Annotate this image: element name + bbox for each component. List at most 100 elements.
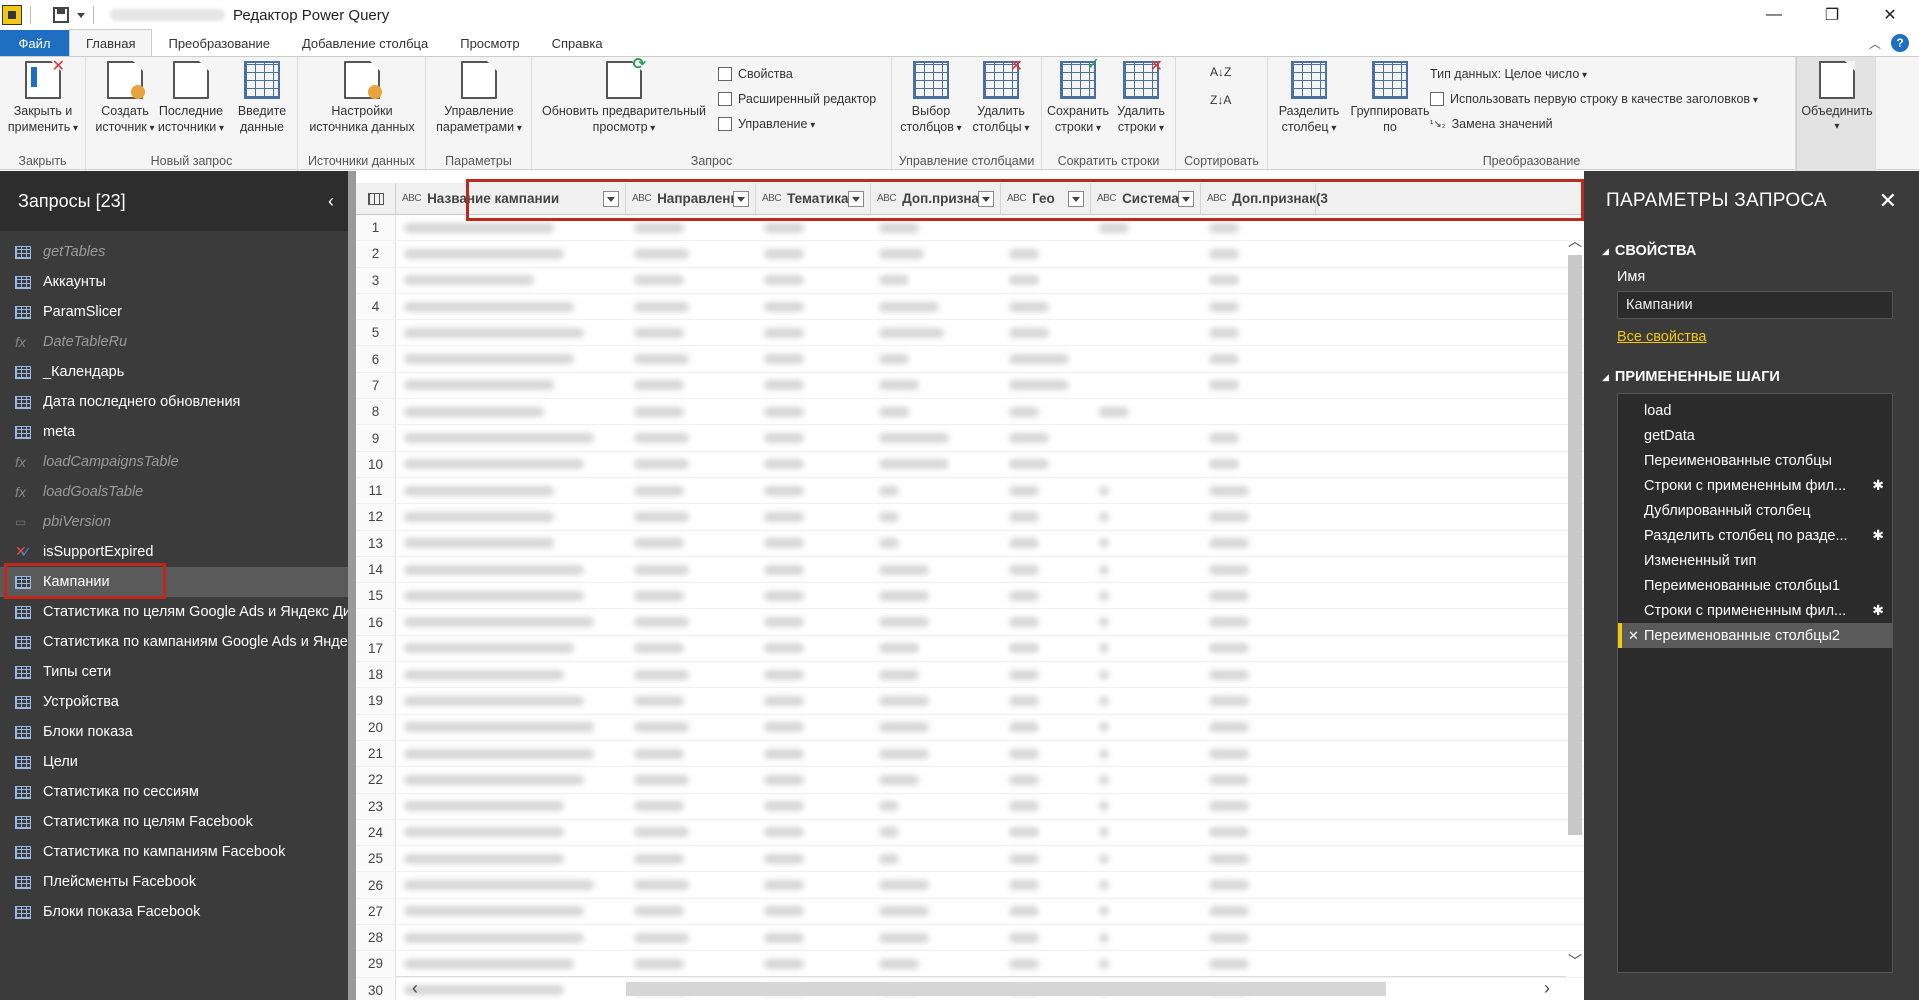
table-cell[interactable]	[396, 373, 626, 398]
table-cell[interactable]	[1091, 820, 1201, 845]
table-row[interactable]: 18	[356, 662, 1584, 689]
table-cell[interactable]	[1201, 346, 1316, 371]
table-cell[interactable]	[1201, 399, 1316, 424]
table-row[interactable]: 15	[356, 583, 1584, 610]
table-cell[interactable]	[396, 452, 626, 477]
table-row[interactable]: 8	[356, 399, 1584, 426]
table-cell[interactable]	[871, 557, 1001, 582]
table-row[interactable]: 19	[356, 688, 1584, 715]
table-cell[interactable]	[756, 320, 871, 345]
table-cell[interactable]	[1091, 662, 1201, 687]
properties-button[interactable]: Свойства	[718, 67, 793, 81]
table-cell[interactable]	[1001, 320, 1091, 345]
sort-descending-button[interactable]: Z↓A	[1210, 93, 1231, 107]
table-cell[interactable]	[1001, 504, 1091, 529]
table-cell[interactable]	[1201, 425, 1316, 450]
query-item[interactable]: Устройства	[0, 687, 348, 717]
table-cell[interactable]	[626, 846, 756, 871]
table-row[interactable]: 12	[356, 504, 1584, 531]
table-cell[interactable]	[1201, 504, 1316, 529]
gear-icon[interactable]: ✱	[1872, 477, 1884, 494]
table-cell[interactable]	[756, 399, 871, 424]
table-cell[interactable]	[626, 794, 756, 819]
table-cell[interactable]	[871, 741, 1001, 766]
table-cell[interactable]	[1201, 741, 1316, 766]
table-row[interactable]: 3	[356, 267, 1584, 294]
query-item[interactable]: Статистика по целям Google Ads и Яндекс …	[0, 597, 348, 627]
scroll-left-icon[interactable]: ‹	[412, 978, 418, 999]
table-cell[interactable]	[756, 662, 871, 687]
table-cell[interactable]	[396, 951, 626, 976]
query-name-input[interactable]: Кампании	[1617, 291, 1893, 319]
table-cell[interactable]	[756, 557, 871, 582]
table-cell[interactable]	[396, 583, 626, 608]
table-cell[interactable]	[396, 268, 626, 293]
table-row[interactable]: 2	[356, 241, 1584, 268]
table-cell[interactable]	[1201, 688, 1316, 713]
table-cell[interactable]	[396, 899, 626, 924]
table-cell[interactable]	[756, 531, 871, 556]
table-row[interactable]: 16	[356, 609, 1584, 636]
table-cell[interactable]	[396, 346, 626, 371]
table-cell[interactable]	[871, 715, 1001, 740]
table-cell[interactable]	[1001, 609, 1091, 634]
table-cell[interactable]	[1091, 846, 1201, 871]
table-cell[interactable]	[626, 452, 756, 477]
table-cell[interactable]	[1001, 636, 1091, 661]
table-cell[interactable]	[756, 425, 871, 450]
table-cell[interactable]	[396, 741, 626, 766]
table-cell[interactable]	[1001, 478, 1091, 503]
minimize-button[interactable]: —	[1745, 0, 1803, 30]
table-cell[interactable]	[1001, 399, 1091, 424]
table-cell[interactable]	[1001, 846, 1091, 871]
table-row[interactable]: 9	[356, 425, 1584, 452]
table-cell[interactable]	[626, 320, 756, 345]
table-cell[interactable]	[1201, 452, 1316, 477]
table-cell[interactable]	[871, 531, 1001, 556]
query-item[interactable]: Дата последнего обновления	[0, 387, 348, 417]
table-cell[interactable]	[1001, 899, 1091, 924]
close-window-button[interactable]: ✕	[1861, 0, 1919, 30]
table-cell[interactable]	[1201, 241, 1316, 266]
table-cell[interactable]	[396, 531, 626, 556]
combine-button[interactable]: Объединить ▾	[1799, 61, 1875, 135]
table-cell[interactable]	[1201, 531, 1316, 556]
close-apply-button[interactable]: ✕ Закрыть и применить	[6, 59, 80, 137]
table-cell[interactable]	[871, 320, 1001, 345]
table-cell[interactable]	[1091, 951, 1201, 976]
quick-access-dropdown-icon[interactable]	[77, 12, 85, 18]
table-cell[interactable]	[1001, 951, 1091, 976]
table-cell[interactable]	[756, 794, 871, 819]
table-cell[interactable]	[1201, 557, 1316, 582]
split-column-button[interactable]: Разделить столбец	[1274, 61, 1344, 137]
remove-rows-button[interactable]: ✕ Удалить строки	[1110, 59, 1172, 137]
table-cell[interactable]	[1001, 531, 1091, 556]
table-row[interactable]: 6	[356, 346, 1584, 373]
table-cell[interactable]	[1201, 767, 1316, 792]
delete-step-icon[interactable]: ✕	[1628, 628, 1639, 644]
table-cell[interactable]	[1001, 794, 1091, 819]
table-cell[interactable]	[756, 925, 871, 950]
collapse-ribbon-icon[interactable]: ︿	[1869, 35, 1881, 52]
table-cell[interactable]	[396, 425, 626, 450]
query-item[interactable]: Статистика по кампаниям Google Ads и Янд…	[0, 627, 348, 657]
query-item[interactable]: Плейсменты Facebook	[0, 867, 348, 897]
data-type-dropdown[interactable]: Тип данных: Целое число	[1430, 67, 1587, 81]
table-row[interactable]: 4	[356, 293, 1584, 321]
table-cell[interactable]	[1201, 636, 1316, 661]
table-cell[interactable]	[626, 241, 756, 266]
table-cell[interactable]	[1091, 741, 1201, 766]
table-cell[interactable]	[1201, 872, 1316, 897]
vertical-scrollbar[interactable]: ︿ ﹀	[1566, 231, 1584, 971]
table-cell[interactable]	[871, 425, 1001, 450]
applied-step[interactable]: Строки с примененным фил... ✱	[1618, 473, 1892, 498]
table-cell[interactable]	[1001, 268, 1091, 293]
table-cell[interactable]	[756, 715, 871, 740]
table-cell[interactable]	[1201, 951, 1316, 976]
table-row[interactable]: 10	[356, 451, 1584, 478]
query-item[interactable]: Статистика по кампаниям Facebook	[0, 837, 348, 867]
table-cell[interactable]	[1091, 478, 1201, 503]
table-cell[interactable]	[626, 820, 756, 845]
table-cell[interactable]	[396, 794, 626, 819]
table-cell[interactable]	[1091, 531, 1201, 556]
